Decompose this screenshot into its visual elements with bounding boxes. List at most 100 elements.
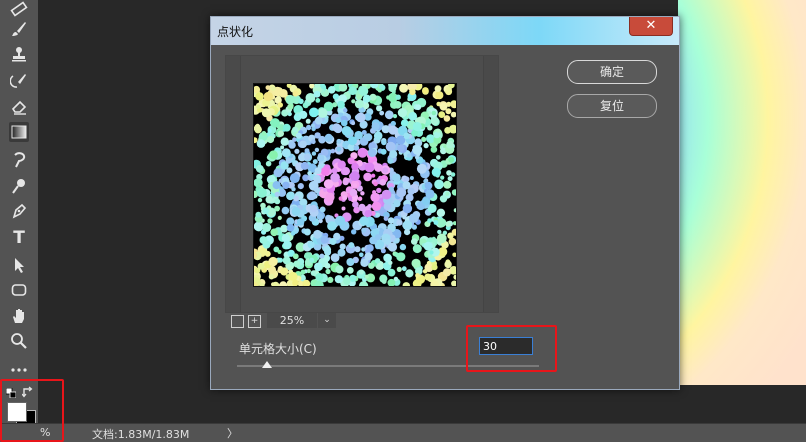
preview-dot — [401, 266, 407, 272]
preview-dot — [415, 104, 422, 111]
preview-dot — [285, 94, 295, 105]
preview-dot — [435, 91, 444, 100]
preview-dot — [403, 132, 410, 140]
preview-dot — [304, 148, 310, 154]
zoom-tool[interactable] — [9, 331, 29, 351]
preview-panel[interactable] — [225, 55, 499, 313]
pen-tool[interactable] — [9, 201, 29, 221]
preview-dot — [292, 279, 299, 286]
preview-dot — [312, 159, 318, 165]
preview-dot — [446, 170, 452, 176]
preview-dot — [279, 281, 288, 286]
preview-dot — [422, 197, 430, 206]
status-menu-arrow[interactable]: 〉 — [227, 425, 238, 441]
preview-dot — [354, 246, 361, 253]
path-selection-tool[interactable] — [9, 255, 29, 275]
preview-dot — [422, 87, 429, 94]
preview-dot — [445, 87, 451, 92]
preview-dot — [297, 183, 304, 190]
preview-dot — [448, 156, 455, 163]
cell-size-slider-thumb[interactable] — [262, 361, 273, 368]
preview-dot — [311, 126, 316, 132]
preview-dot — [331, 167, 338, 174]
preview-left-track — [226, 56, 241, 312]
preview-dot — [358, 269, 364, 275]
zoom-dropdown[interactable]: ⌄ — [318, 313, 336, 328]
preview-dot — [314, 147, 320, 153]
preview-dot — [315, 98, 321, 103]
preview-dot — [373, 181, 378, 187]
hand-tool[interactable] — [9, 306, 29, 326]
preview-dot — [273, 168, 283, 178]
preview-image[interactable] — [253, 83, 457, 287]
preview-dot — [285, 157, 292, 164]
pen-icon — [12, 203, 27, 219]
preview-dot — [377, 88, 382, 93]
preview-dot — [255, 164, 264, 173]
reset-button[interactable]: 复位 — [567, 94, 657, 118]
preview-dot — [376, 105, 383, 112]
preview-dot — [409, 88, 416, 96]
preview-dot — [443, 180, 452, 189]
preview-dot — [282, 123, 291, 132]
preview-dot — [389, 150, 398, 159]
dialog-title-bar[interactable]: 点状化 ✕ — [211, 17, 679, 45]
preview-dot — [343, 277, 351, 285]
tools-panel: T — [0, 0, 39, 430]
preview-dot — [388, 125, 398, 135]
preview-dot — [342, 195, 348, 201]
preview-dot — [367, 204, 372, 209]
preview-dot — [300, 269, 306, 275]
status-bar: % 文档:1.83M/1.83M 〉 — [0, 423, 806, 442]
preview-dot — [256, 187, 267, 198]
preview-dot — [274, 191, 280, 198]
preview-dot — [332, 93, 339, 100]
preview-dot — [311, 139, 316, 145]
pointillize-preview — [254, 84, 456, 286]
text-tool[interactable]: T — [9, 228, 29, 248]
ruler-tool[interactable] — [9, 0, 29, 20]
history-brush-tool[interactable] — [9, 71, 29, 91]
gradient-tool[interactable] — [9, 122, 29, 142]
preview-dot — [447, 176, 453, 182]
preview-dot — [277, 102, 283, 108]
preview-dot — [311, 123, 315, 128]
zoom-out-button[interactable] — [231, 315, 244, 328]
eraser-tool[interactable] — [9, 97, 29, 117]
smudge-tool[interactable] — [9, 150, 29, 170]
preview-dot — [408, 213, 419, 223]
preview-dot — [337, 100, 345, 109]
preview-dot — [332, 123, 341, 132]
dodge-tool[interactable] — [9, 176, 29, 196]
preview-dot — [310, 270, 317, 276]
clone-stamp-tool[interactable] — [9, 44, 29, 64]
preview-dot — [314, 132, 321, 139]
preview-dot — [280, 145, 285, 150]
preview-dot — [348, 242, 355, 249]
preview-dot — [392, 173, 401, 182]
preview-dot — [440, 175, 445, 180]
ok-button[interactable]: 确定 — [567, 60, 657, 84]
preview-dot — [362, 94, 371, 103]
preview-dot — [442, 268, 452, 277]
preview-dot — [379, 110, 385, 116]
close-button[interactable]: ✕ — [629, 17, 673, 36]
preview-dot — [399, 84, 409, 93]
preview-dot — [429, 250, 434, 255]
rectangle-tool[interactable] — [9, 280, 29, 300]
zoom-in-button[interactable]: + — [248, 315, 261, 328]
smudge-icon — [14, 152, 26, 168]
preview-dot — [436, 233, 447, 244]
more-tools[interactable] — [9, 358, 29, 378]
brush-tool[interactable] — [9, 19, 29, 39]
preview-dot — [424, 221, 429, 227]
preview-dot — [349, 188, 358, 197]
preview-dot — [311, 151, 317, 156]
preview-dot — [368, 262, 375, 269]
preview-dot — [392, 114, 398, 119]
preview-dot — [443, 115, 451, 122]
preview-dot — [363, 172, 372, 182]
preview-dot — [357, 147, 368, 158]
preview-dot — [432, 238, 438, 244]
preview-dot — [371, 201, 382, 211]
